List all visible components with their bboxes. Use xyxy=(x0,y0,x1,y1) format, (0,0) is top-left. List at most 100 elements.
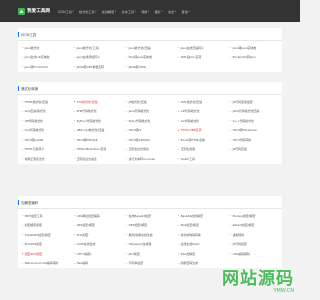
tool-link[interactable]: CSS格式化/压缩 xyxy=(74,97,126,107)
tool-link-label: 进行文本转Unicode xyxy=(128,156,155,161)
tool-link[interactable]: RSA加解密 xyxy=(178,249,230,259)
tool-link[interactable]: C++代码格式化 xyxy=(230,116,282,126)
tool-link[interactable]: Json格式化(工具) xyxy=(74,43,126,53)
tool-link[interactable]: HTML/Markdown互转 xyxy=(74,145,126,155)
tool-link-grid: Json格式化 Json格式化(工具) Json格式化(压缩) Json在线压缩转义 J… xyxy=(18,41,282,72)
tool-link[interactable]: JWT解密 xyxy=(126,249,178,259)
tool-link-label: TripleDES加密/解密 xyxy=(24,232,51,237)
tool-link[interactable]: HTML/UBB互转 xyxy=(178,126,230,136)
tool-link[interactable]: Ruby代码格式化 xyxy=(126,116,178,126)
tool-link[interactable]: UUID在线生成 xyxy=(74,240,126,250)
tool-link[interactable]: MD5加密工具 xyxy=(22,211,74,221)
tool-link[interactable]: Json转Java实体类 xyxy=(230,43,282,53)
tool-link[interactable]: Json生成C#实体类 xyxy=(22,53,74,63)
tool-link[interactable]: Json在线压缩转义 xyxy=(178,43,230,53)
nav-item[interactable]: 在线解密 ▾ xyxy=(102,9,116,14)
tool-link[interactable]: Excel/CSV转Json xyxy=(230,53,282,63)
tool-link[interactable]: 进行文本转Unicode xyxy=(126,154,178,164)
tool-link[interactable]: 正则生成器 xyxy=(178,145,230,155)
tool-link[interactable]: Go代码格式化 xyxy=(178,116,230,126)
tool-link[interactable]: 国密SM3加密 xyxy=(22,249,74,259)
bullet-icon xyxy=(22,56,24,58)
tool-link[interactable]: JS代码加密 xyxy=(230,240,282,250)
tool-link[interactable]: 进制转换 xyxy=(230,230,282,240)
tool-link[interactable]: HTML元素转义 xyxy=(22,145,74,155)
watermark-subtitle: YMW.CN xyxy=(273,288,294,294)
tool-link[interactable]: Escape加密/解密 xyxy=(230,211,282,221)
tool-link[interactable]: PHP代码格式化 xyxy=(74,107,126,117)
tool-link[interactable]: JSON转GET参数互转 xyxy=(74,62,126,72)
tool-link[interactable]: 在线Base64加密 xyxy=(126,211,178,221)
nav-item[interactable]: 文本工具 ▾ xyxy=(122,9,136,14)
tool-link[interactable]: JS格式化/压缩 xyxy=(126,97,178,107)
nav-item[interactable]: 格式化工具 ▾ xyxy=(79,9,96,14)
tool-link-label: 随机密码生成 xyxy=(180,261,198,266)
bullet-icon xyxy=(126,224,128,226)
nav-item[interactable]: 其他 ▾ xyxy=(182,9,190,14)
site-logo[interactable]: 我爱工具网 xyxy=(18,7,50,15)
tool-link[interactable]: SQL转Java实体类 xyxy=(126,53,178,63)
tool-link[interactable]: 常用正则表达式 xyxy=(22,154,74,164)
tool-link[interactable]: Json格式化 xyxy=(22,43,74,53)
tool-link[interactable]: URL网址加密编码 xyxy=(74,211,126,221)
tool-link-label: Native/Unicode编码转换 xyxy=(24,261,59,266)
tool-link[interactable]: Native/Unicode编码转换 xyxy=(22,259,74,269)
tool-link[interactable]: 正则表达式速查 xyxy=(74,154,126,164)
nav-item[interactable]: 站长 ▾ xyxy=(168,9,176,14)
tool-link[interactable]: 字符串加密 xyxy=(126,259,178,269)
nav-item[interactable]: JSON工具 ▾ xyxy=(58,9,74,14)
tool-link-label: 进制转换 xyxy=(232,232,245,237)
tool-link[interactable]: JS代码混淆加密 xyxy=(230,97,282,107)
tool-link[interactable]: Json在线添加转义 xyxy=(74,53,126,63)
tool-link[interactable]: Json格式化(压缩) xyxy=(126,43,178,53)
tool-link[interactable]: Java代码格式化 xyxy=(126,107,178,117)
tool-link[interactable]: Html转Js/ASP xyxy=(22,135,74,145)
tool-link[interactable]: SHA加密 xyxy=(74,230,126,240)
bullet-icon xyxy=(178,139,180,141)
bullet-icon xyxy=(126,262,128,264)
tool-link[interactable]: JSON转YAML xyxy=(126,62,178,72)
tool-link[interactable]: Html转JS xyxy=(126,126,178,136)
tool-link[interactable]: JAVA代码格式化压缩 xyxy=(230,107,282,117)
tool-link[interactable]: Html转Markdown xyxy=(230,126,282,136)
nav-item[interactable]: 图片 ▾ xyxy=(155,9,163,14)
tool-link[interactable]: 在线生成Hash xyxy=(178,240,230,250)
tool-link[interactable]: UTF-8编码 xyxy=(74,249,126,259)
tool-link[interactable]: DES加密/解密 xyxy=(126,221,178,231)
tool-link[interactable]: XML和Json互转 xyxy=(178,53,230,63)
tool-link[interactable]: 加密解密摩斯 xyxy=(22,221,74,231)
tool-link[interactable]: Json转Excel/CSV xyxy=(22,62,74,72)
tool-link-label: 正则表达式速查 xyxy=(76,156,97,161)
tool-link[interactable]: 摩尔斯电码转换 xyxy=(178,230,230,240)
tool-link[interactable]: Xpath工具 xyxy=(178,154,230,164)
tool-link[interactable]: Rabbit加密/解密 xyxy=(230,221,282,231)
tool-link[interactable]: 散列/哈希在线生成 xyxy=(126,230,178,240)
tool-link[interactable]: 正则表达式测试 xyxy=(126,145,178,155)
tool-link[interactable]: Htpasswd生成器 xyxy=(126,240,178,250)
tool-link[interactable]: Python代码格式化 xyxy=(74,116,126,126)
tool-link[interactable]: Base64在线解密 xyxy=(178,211,230,221)
tool-link[interactable]: URL编码解码 xyxy=(230,249,282,259)
tool-link[interactable]: VB代码格式化 xyxy=(22,116,74,126)
tool-link[interactable]: XML格式化/压缩 xyxy=(178,97,230,107)
tool-link[interactable]: Html代码转换 xyxy=(230,135,282,145)
tool-link[interactable]: Excel转HTML表格 xyxy=(178,135,230,145)
tool-link[interactable]: Hex编码 xyxy=(74,259,126,269)
tool-link[interactable]: HTML格式化/压缩 xyxy=(22,97,74,107)
nav-item[interactable]: 转换 ▾ xyxy=(141,9,149,14)
tool-link[interactable]: RC4加密/解密 xyxy=(178,221,230,231)
tool-link[interactable]: C#代码格式化 xyxy=(178,107,230,117)
tool-link[interactable]: AES加密/解密 xyxy=(74,221,126,231)
bullet-icon xyxy=(230,56,232,58)
tool-link[interactable]: VBScript格式化/压缩 xyxy=(74,126,126,136)
tool-link[interactable]: Html转PHP/JSP xyxy=(74,135,126,145)
bullet-icon xyxy=(126,129,128,131)
section-title: JSON工具 xyxy=(21,32,37,37)
tool-link[interactable]: SHA256加密 xyxy=(22,240,74,250)
tool-link[interactable]: TripleDES加密/解密 xyxy=(22,230,74,240)
tool-link[interactable]: JS代码压缩 xyxy=(230,145,282,155)
tool-link[interactable]: Html转ASP/Perl xyxy=(126,135,178,145)
tool-link[interactable]: Lua代码格式化 xyxy=(22,126,74,136)
bullet-icon xyxy=(22,120,24,122)
tool-link[interactable]: SQL压缩/格式化 xyxy=(22,107,74,117)
